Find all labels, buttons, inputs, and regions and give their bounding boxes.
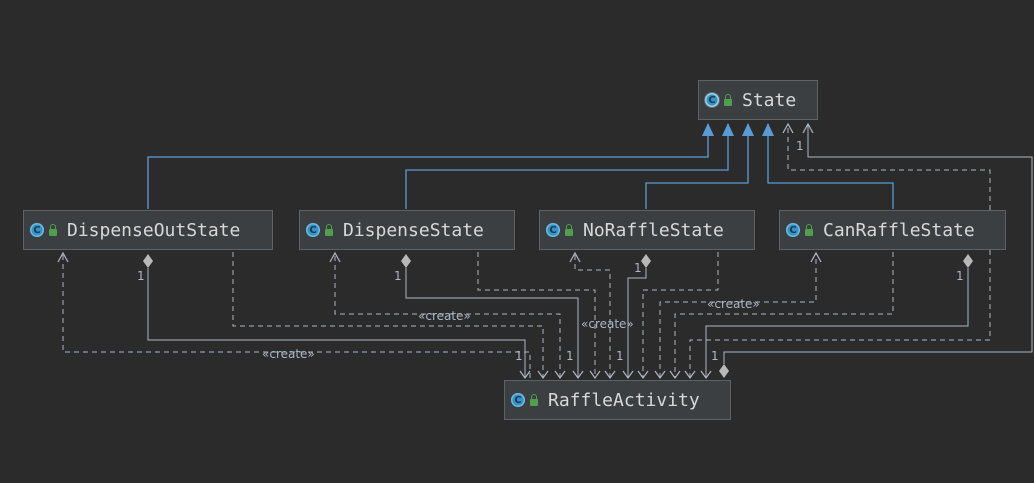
class-no-raffle-state[interactable]: C NoRaffleState	[539, 210, 755, 250]
public-lock-icon	[530, 393, 538, 406]
class-dispense-out-state[interactable]: C DispenseOutState	[23, 210, 273, 250]
inherit-dispenseoutstate	[147, 124, 709, 209]
multiplicity-label: 1	[515, 349, 523, 363]
public-lock-icon	[565, 223, 573, 236]
multiplicity-label: 1	[566, 349, 574, 363]
create-label: «create»	[707, 297, 760, 311]
inherit-norafflestate	[645, 124, 749, 209]
multiplicity-label: 1	[956, 269, 964, 283]
inheritance-arrowheads	[702, 123, 774, 136]
public-lock-icon	[724, 93, 732, 106]
public-lock-icon	[49, 223, 57, 236]
class-dispense-state[interactable]: C DispenseState	[299, 210, 515, 250]
multiplicity-label: 1	[137, 269, 145, 283]
inherit-dispensestate	[405, 124, 729, 209]
multiplicity-label: 1	[711, 349, 719, 363]
class-name: State	[742, 89, 797, 111]
multiplicity-label: 1	[394, 269, 402, 283]
create-label: «create»	[581, 317, 634, 331]
abstract-class-icon: C	[705, 93, 719, 107]
class-icon: C	[30, 223, 44, 237]
class-icon: C	[786, 223, 800, 237]
class-raffle-activity[interactable]: C RaffleActivity	[504, 380, 731, 420]
class-icon: C	[511, 393, 525, 407]
class-name: RaffleActivity	[548, 389, 700, 411]
class-name: CanRaffleState	[823, 219, 975, 241]
inheritance-edges	[147, 124, 894, 209]
public-lock-icon	[805, 223, 813, 236]
edge-labels: «create» «create» «create» «create» 1 1 …	[137, 139, 964, 363]
inherit-canrafflestate	[767, 124, 894, 209]
class-name: DispenseOutState	[67, 219, 241, 241]
class-state[interactable]: C State	[698, 80, 818, 120]
multiplicity-label: 1	[616, 349, 624, 363]
multiplicity-label: 1	[634, 261, 642, 275]
class-can-raffle-state[interactable]: C CanRaffleState	[779, 210, 1006, 250]
class-icon: C	[306, 223, 320, 237]
class-name: DispenseState	[343, 219, 484, 241]
create-label: «create»	[418, 309, 471, 323]
public-lock-icon	[325, 223, 333, 236]
class-name: NoRaffleState	[583, 219, 724, 241]
create-label: «create»	[262, 347, 315, 361]
multiplicity-label: 1	[796, 139, 804, 153]
class-icon: C	[546, 223, 560, 237]
